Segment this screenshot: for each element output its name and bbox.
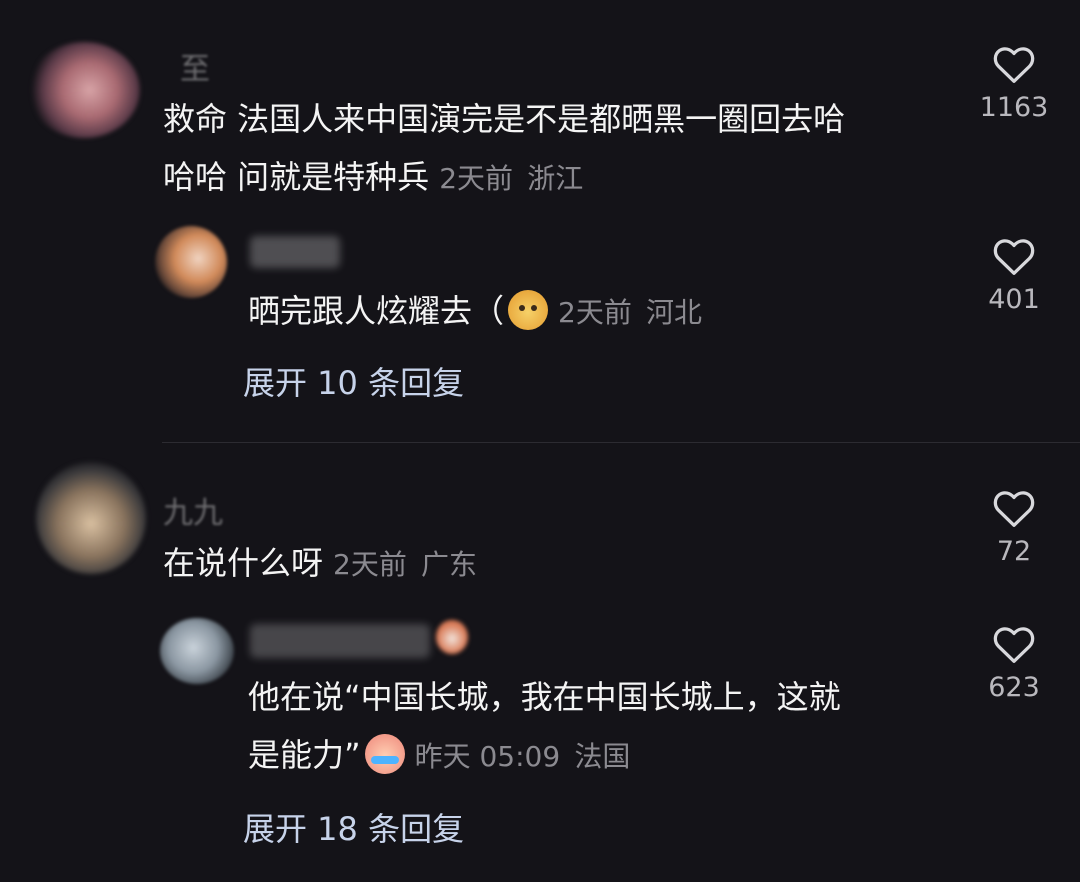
like-button[interactable]: 623: [972, 624, 1056, 703]
reply-username[interactable]: [250, 236, 340, 268]
like-count: 401: [988, 284, 1040, 315]
username-badge-icon: [436, 620, 468, 654]
comment-text[interactable]: 救命 法国人来中国演完是不是都晒黑一圈回去哈 哈哈 问就是特种兵 2天前 浙江: [163, 90, 953, 208]
reply-text[interactable]: 他在说“中国长城，我在中国长城上，这就 是能力” 昨天 05:09 法国: [248, 668, 948, 786]
reply-text[interactable]: 晒完跟人炫耀去（ 2天前 河北: [248, 282, 948, 342]
comment-location: 浙江: [527, 162, 584, 195]
reply-text-line: 是能力” 昨天 05:09 法国: [248, 726, 948, 786]
heart-outline-icon: [993, 47, 1035, 83]
expand-replies-button[interactable]: 展开 10 条回复: [243, 358, 464, 404]
reply-text-part: 晒完跟人炫耀去（: [248, 292, 505, 330]
like-button[interactable]: 1163: [972, 44, 1056, 123]
comment-time: 2天前: [333, 548, 407, 581]
avatar[interactable]: [160, 618, 234, 684]
divider: [162, 442, 1080, 443]
comment-username[interactable]: 九九: [163, 488, 223, 532]
like-count: 1163: [979, 92, 1049, 123]
heart-outline-icon: [993, 239, 1035, 275]
dog-face-emoji-icon: [508, 290, 549, 330]
reply-location: 河北: [646, 296, 703, 329]
like-button[interactable]: 72: [972, 488, 1056, 567]
comment-text[interactable]: 在说什么呀 2天前 广东: [163, 534, 953, 594]
heart-outline-icon: [993, 491, 1035, 527]
reply-location: 法国: [574, 740, 631, 773]
avatar[interactable]: [36, 462, 146, 574]
comment-text-part: 哈哈 问就是特种兵: [163, 158, 430, 196]
comment-username[interactable]: 至: [180, 44, 210, 88]
reply-username[interactable]: [250, 624, 430, 658]
comment-location: 广东: [421, 548, 478, 581]
like-count: 72: [996, 536, 1032, 567]
comment-text-line: 哈哈 问就是特种兵 2天前 浙江: [163, 148, 953, 208]
reply-time: 昨天 05:09: [414, 740, 561, 773]
expand-replies-button[interactable]: 展开 18 条回复: [243, 804, 464, 850]
crying-laughing-emoji-icon: [364, 734, 405, 774]
comment-list: 至 救命 法国人来中国演完是不是都晒黑一圈回去哈 哈哈 问就是特种兵 2天前 浙江…: [0, 0, 1080, 882]
avatar[interactable]: [28, 42, 140, 138]
comment-time: 2天前: [439, 162, 514, 195]
comment-text-line: 救命 法国人来中国演完是不是都晒黑一圈回去哈: [163, 100, 846, 138]
like-count: 623: [988, 672, 1040, 703]
reply-text-line: 他在说“中国长城，我在中国长城上，这就: [248, 678, 841, 716]
heart-outline-icon: [993, 627, 1035, 663]
avatar[interactable]: [155, 226, 227, 298]
reply-time: 2天前: [558, 296, 632, 329]
comment-text-part: 在说什么呀: [163, 544, 324, 582]
like-button[interactable]: 401: [972, 236, 1056, 315]
reply-text-part: 是能力”: [248, 736, 361, 774]
